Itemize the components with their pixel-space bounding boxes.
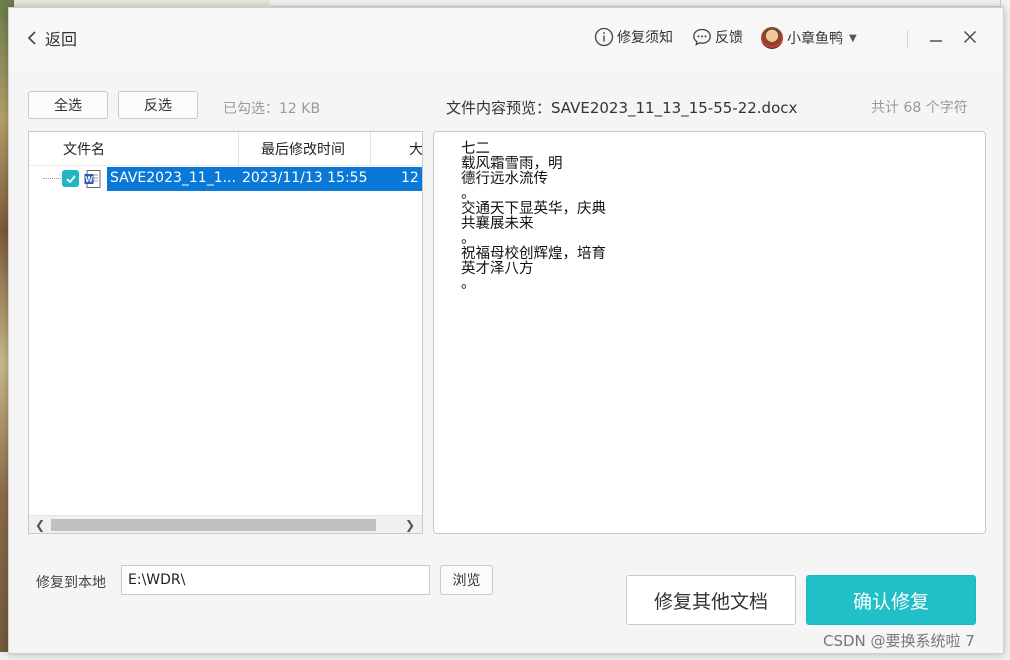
file-name-cell: SAVE2023_11_1... [110,170,236,186]
destination-path-input[interactable] [121,565,430,595]
user-name: 小章鱼鸭 [787,31,843,47]
file-list-header: 文件名 最后修改时间 大 [29,132,422,166]
desktop-background-top [270,0,1010,7]
preview-title: 文件内容预览：SAVE2023_11_13_15-55-22.docx [446,99,798,117]
select-all-button[interactable]: 全选 [28,91,108,119]
word-document-icon: W [84,170,101,188]
checkmark-icon [65,174,76,183]
table-row[interactable]: W SAVE2023_11_1... 2023/11/13 15:55 12 [29,167,422,191]
user-menu[interactable]: 小章鱼鸭 ▼ [761,27,857,49]
modified-cell: 2023/11/13 15:55 [242,170,368,186]
avatar [761,27,783,49]
destination-label: 修复到本地 [36,575,106,591]
selected-size-info: 已勾选：12 KB [223,101,321,117]
char-count: 共计 68 个字符 [871,100,968,116]
size-cell: 12 [401,170,419,186]
close-icon [964,31,976,43]
preview-line: 德行远水流传 [461,171,548,187]
chevron-left-icon [27,31,36,45]
row-selection: SAVE2023_11_1... 2023/11/13 15:55 12 [107,167,422,191]
preview-line: 载风霜雪雨，明 [461,156,563,172]
horizontal-scrollbar[interactable]: ❮ ❯ [29,515,422,533]
browse-button[interactable]: 浏览 [440,565,493,595]
repair-notice-label: 修复须知 [617,30,673,46]
back-label: 返回 [45,30,78,49]
repair-dialog: 返回 修复须知 反馈 小章鱼鸭 ▼ 全选 反选 已勾选：12 KB 文件内容预览… [8,7,1004,654]
title-bar: 返回 修复须知 反馈 小章鱼鸭 ▼ [9,8,1003,70]
preview-panel: 七二 载风霜雪雨，明 德行远水流传 。 交通天下显英华，庆典 共襄展未来 。 祝… [433,131,986,534]
info-icon [594,27,614,47]
confirm-repair-button[interactable]: 确认修复 [806,575,976,625]
preview-line: 。 [461,276,476,292]
preview-line: 。 [461,186,476,202]
row-checkbox[interactable] [62,170,79,187]
column-header-modified[interactable]: 最后修改时间 [239,132,371,165]
column-header-name[interactable]: 文件名 [29,132,239,165]
invert-selection-button[interactable]: 反选 [118,91,198,119]
close-button[interactable] [959,26,981,48]
feedback-button[interactable]: 反馈 [692,27,743,47]
back-button[interactable]: 返回 [27,26,77,50]
titlebar-divider [907,30,908,48]
watermark: CSDN @要换系统啦 7 [823,632,975,650]
preview-line: 交通天下显英华，庆典 [461,201,606,217]
scrollbar-thumb[interactable] [51,519,376,531]
minimize-icon [930,40,942,42]
preview-line: 祝福母校创辉煌，培育 [461,246,606,262]
scroll-right-arrow-icon[interactable]: ❯ [402,517,418,533]
preview-line: 英才泽八方 [461,261,534,277]
preview-line: 共襄展未来 [461,216,534,232]
tree-connector [43,178,61,179]
column-header-size[interactable]: 大 [371,132,422,165]
chat-bubble-icon [693,28,711,46]
preview-line: 七二 [461,141,490,157]
repair-other-button[interactable]: 修复其他文档 [626,575,796,625]
repair-notice-button[interactable]: 修复须知 [594,27,673,47]
preview-line: 。 [461,231,476,247]
minimize-button[interactable] [925,26,947,48]
svg-text:W: W [85,175,93,184]
file-list[interactable]: 文件名 最后修改时间 大 W SAVE2023_11_1... 2023/11/… [28,131,423,534]
scroll-left-arrow-icon[interactable]: ❮ [32,517,48,533]
caret-down-icon: ▼ [849,32,857,44]
feedback-label: 反馈 [715,30,743,46]
